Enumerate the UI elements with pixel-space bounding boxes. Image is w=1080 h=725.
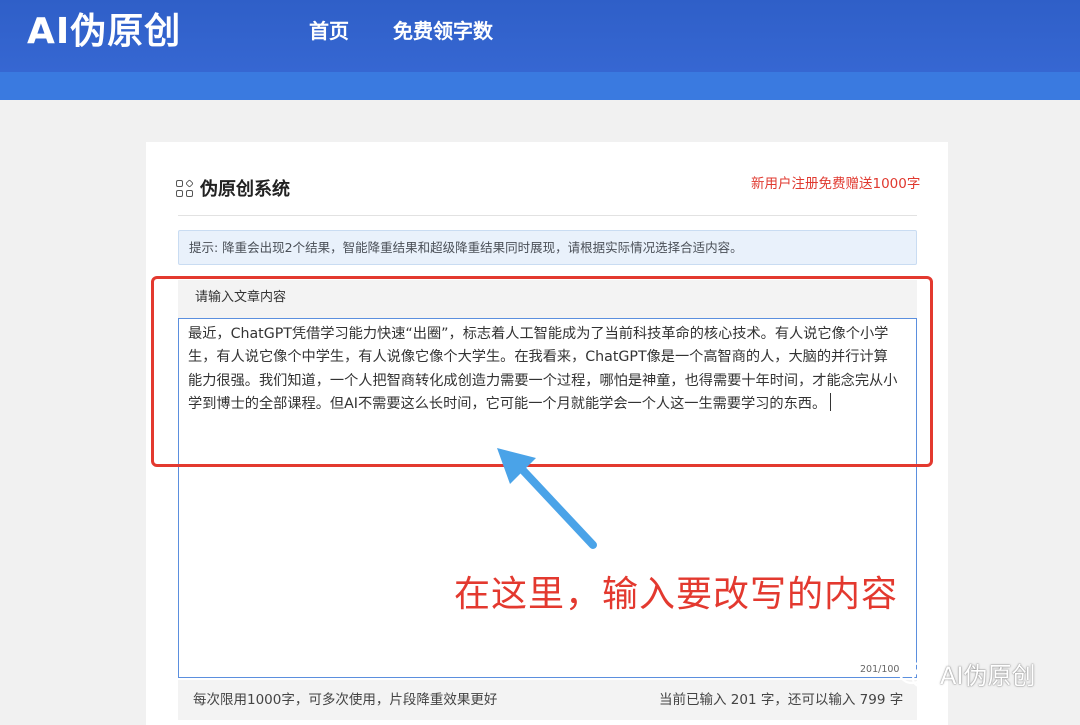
instruction-callout: 在这里，输入要改写的内容 (454, 574, 899, 615)
card-title-text: 伪原创系统 (200, 179, 290, 200)
word-count-text: 当前已输入 201 字，还可以输入 799 字 (659, 692, 904, 708)
highlight-box (151, 276, 933, 467)
title-divider (178, 215, 917, 216)
char-counter: 201/100 (860, 664, 900, 675)
register-promo-link[interactable]: 新用户注册免费赠送1000字 (751, 175, 920, 193)
watermark: AI伪原创 (898, 661, 1036, 691)
watermark-text: AI伪原创 (940, 662, 1036, 690)
wechat-icon (898, 661, 935, 689)
header-strip (0, 72, 1080, 100)
card-title: 伪原创系统 (176, 176, 290, 200)
usage-limit-text: 每次限用1000字，可多次使用，片段降重效果更好 (193, 692, 498, 708)
site-logo[interactable]: AI伪原创 (27, 10, 181, 54)
nav-free-words-link[interactable]: 免费领字数 (393, 18, 493, 44)
grid-icon (176, 178, 194, 197)
hint-banner: 提示: 降重会出现2个结果，智能降重结果和超级降重结果同时展现，请根据实际情况选… (178, 230, 917, 265)
nav-home-link[interactable]: 首页 (309, 18, 349, 44)
